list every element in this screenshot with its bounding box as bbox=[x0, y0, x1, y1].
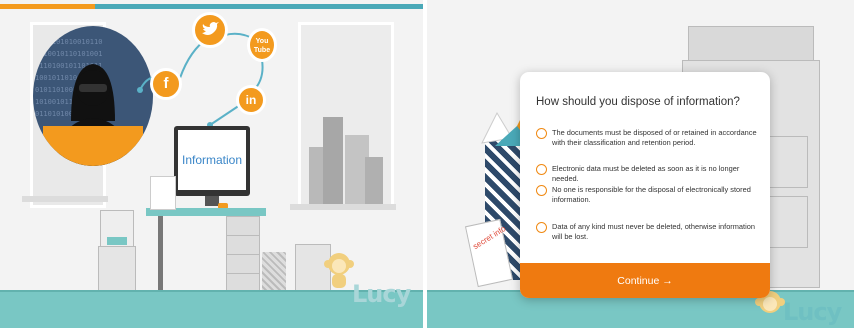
quiz-option-1-text: The documents must be disposed of or ret… bbox=[552, 128, 757, 147]
quiz-option-4[interactable]: Data of any kind must never be deleted, … bbox=[536, 222, 758, 242]
quiz-option-2-text: Electronic data must be deleted as soon … bbox=[552, 164, 740, 183]
quiz-option-4-text: Data of any kind must never be deleted, … bbox=[552, 222, 755, 241]
youtube-text-top: You bbox=[255, 38, 269, 45]
mascot-label: Lucy bbox=[352, 280, 411, 308]
wastebasket bbox=[262, 252, 286, 292]
youtube-text-bottom: Tube bbox=[253, 47, 271, 54]
mascot-label-right: Lucy bbox=[783, 298, 842, 326]
printer bbox=[100, 210, 134, 248]
monitor-label: Information bbox=[181, 153, 243, 167]
linkedin-letter: in bbox=[245, 93, 257, 107]
twitter-icon bbox=[192, 12, 228, 48]
linkedin-icon: in bbox=[236, 85, 266, 115]
left-video-panel: 0101101010010110 1010010110101001 011010… bbox=[0, 0, 423, 328]
desk-drawers bbox=[226, 216, 260, 294]
radio-button-1[interactable] bbox=[536, 128, 547, 139]
facebook-letter: f bbox=[163, 75, 169, 92]
quiz-option-3[interactable]: No one is responsible for the disposal o… bbox=[536, 185, 758, 205]
facebook-icon: f bbox=[150, 68, 182, 100]
radio-button-2[interactable] bbox=[536, 164, 547, 175]
quiz-option-2[interactable]: Electronic data must be deleted as soon … bbox=[536, 164, 758, 184]
cabinet bbox=[98, 246, 136, 296]
monkey-mascot-icon bbox=[324, 252, 354, 290]
quiz-dialog: How should you dispose of information? T… bbox=[520, 72, 770, 298]
youtube-icon: You Tube bbox=[247, 28, 277, 62]
radio-button-3[interactable] bbox=[536, 185, 547, 196]
quiz-option-3-text: No one is responsible for the disposal o… bbox=[552, 185, 751, 204]
quiz-option-1[interactable]: The documents must be disposed of or ret… bbox=[536, 128, 758, 148]
quiz-question: How should you dispose of information? bbox=[536, 96, 740, 108]
continue-button[interactable]: Continue → bbox=[520, 263, 770, 298]
secret-info-note: secret info bbox=[464, 218, 514, 288]
radio-button-4[interactable] bbox=[536, 222, 547, 233]
computer-monitor: Information bbox=[174, 126, 250, 196]
